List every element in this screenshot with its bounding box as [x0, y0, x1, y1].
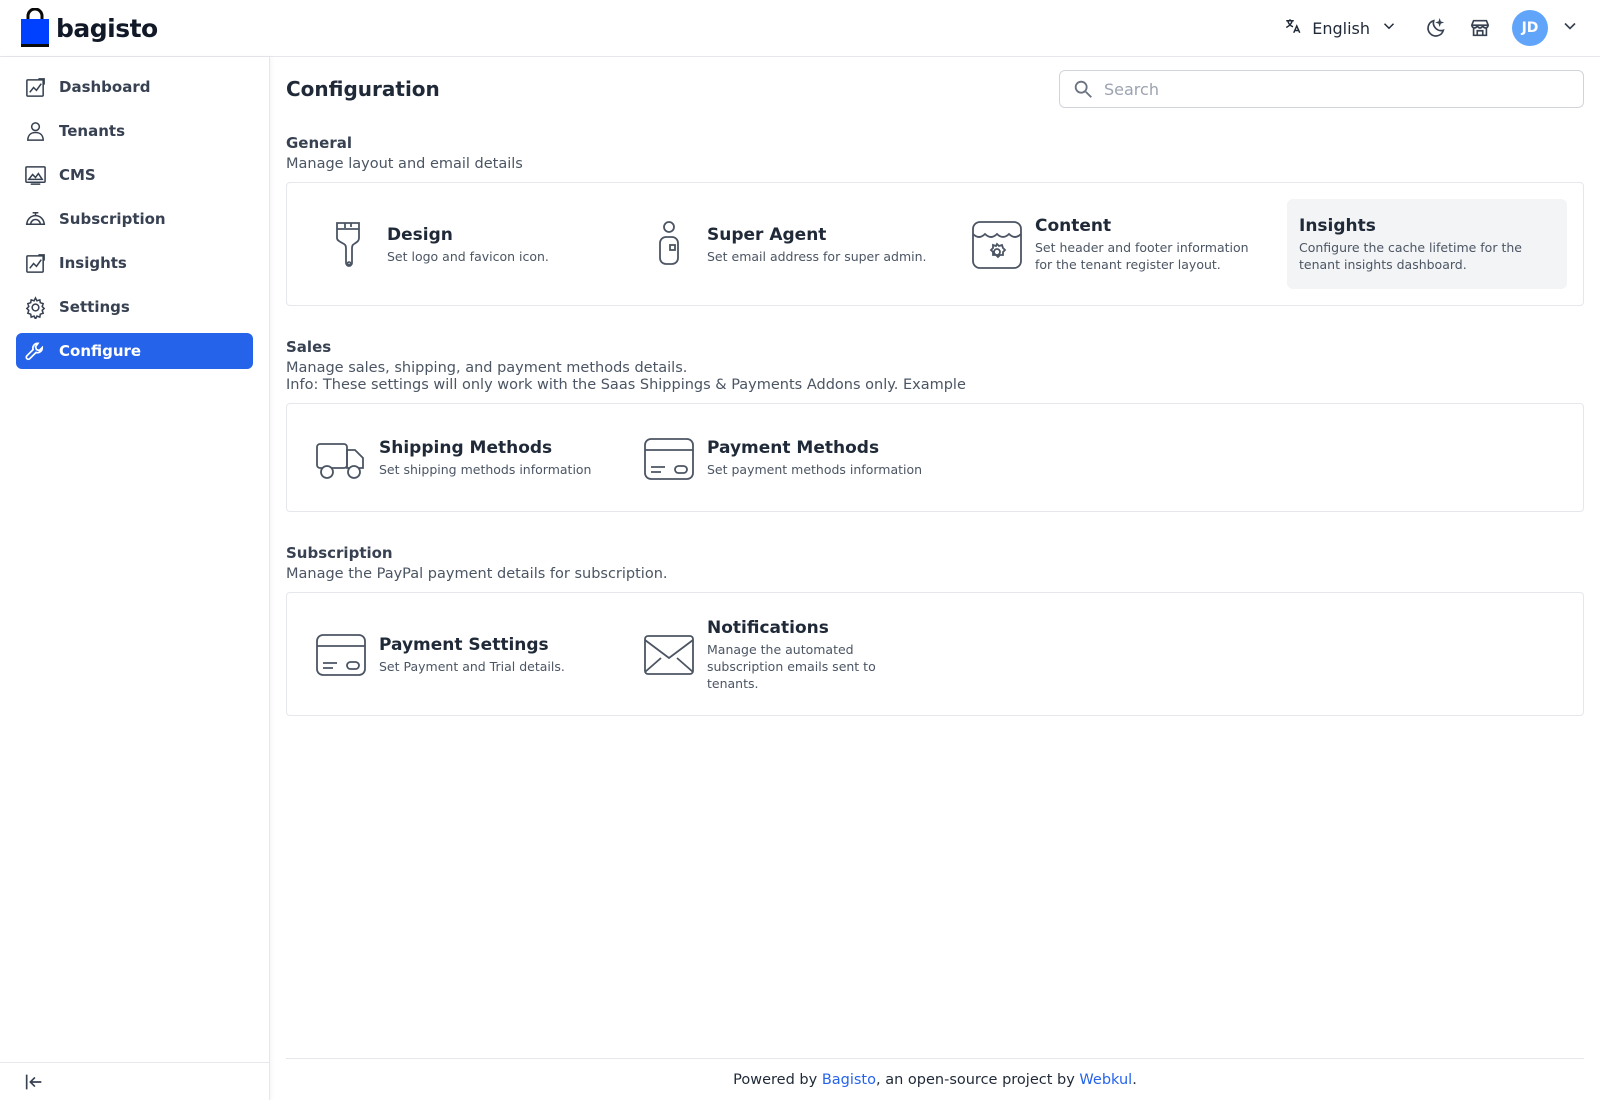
tile-description: Set header and footer information for th… — [1035, 240, 1249, 272]
tile-shipping-methods[interactable]: Shipping Methods Set shipping methods in… — [303, 424, 615, 492]
dark-mode-toggle-icon[interactable] — [1424, 16, 1448, 40]
sidebar-item-label: Settings — [59, 298, 130, 316]
search-icon — [1074, 80, 1092, 98]
translate-icon — [1284, 17, 1302, 39]
tile-title: Shipping Methods — [379, 438, 553, 458]
subscription-tiles: Payment Settings Set Payment and Trial d… — [286, 592, 1584, 716]
sidebar-item-cms[interactable]: CMS — [16, 157, 253, 193]
tile-description: Manage the automated subscription emails… — [707, 641, 876, 691]
tile-description: Set email address for super admin. — [707, 248, 927, 264]
section-description: Manage the PayPal payment details for su… — [286, 566, 668, 582]
bagisto-logo[interactable]: bagisto — [20, 8, 158, 48]
tile-insights[interactable]: Insights Configure the cache lifetime fo… — [1287, 199, 1567, 289]
dashboard-icon — [26, 77, 45, 97]
tile-title: Super Agent — [707, 224, 827, 245]
sidebar-item-tenants[interactable]: Tenants — [16, 113, 253, 149]
sidebar-item-label: CMS — [59, 166, 96, 184]
tile-title: Notifications — [707, 617, 829, 638]
section-title: Sales — [286, 338, 332, 356]
card-icon — [644, 437, 694, 480]
tile-description: Set payment methods information — [707, 462, 923, 477]
webkul-link[interactable]: Webkul — [1079, 1072, 1132, 1088]
general-tiles: Design Set logo and favicon icon. Super … — [286, 182, 1584, 306]
sidebar-item-subscription[interactable]: Subscription — [16, 201, 253, 237]
sidebar-item-label: Insights — [59, 254, 127, 272]
collapse-left-icon — [25, 1074, 42, 1089]
insights-icon — [26, 253, 45, 273]
sidebar-item-label: Configure — [59, 342, 142, 360]
sidebar: Dashboard Tenants CMS Subscription Insig… — [0, 57, 270, 1100]
sidebar-nav: Dashboard Tenants CMS Subscription Insig… — [0, 57, 269, 369]
language-selector[interactable]: English — [1284, 17, 1398, 39]
tile-design[interactable]: Design Set logo and favicon icon. — [303, 210, 615, 278]
footer-middle: , an open-source project by — [876, 1071, 1080, 1088]
search-box[interactable] — [1059, 70, 1584, 108]
page-title: Configuration — [286, 77, 440, 101]
footer-prefix: Powered by — [733, 1071, 822, 1088]
subscription-icon — [25, 211, 46, 225]
section-info: Info: These settings will only work with… — [286, 377, 966, 393]
sales-tiles: Shipping Methods Set shipping methods in… — [286, 403, 1584, 512]
top-header: bagisto English JD — [0, 0, 1600, 57]
tile-description: Set logo and favicon icon. — [387, 248, 549, 264]
language-label: English — [1312, 18, 1370, 38]
sidebar-item-label: Dashboard — [59, 78, 151, 96]
tile-title: Content — [1035, 216, 1112, 236]
bagisto-link[interactable]: Bagisto — [822, 1072, 876, 1088]
tile-notifications[interactable]: Notifications Manage the automated subsc… — [631, 609, 943, 700]
footer-suffix: . — [1132, 1071, 1137, 1088]
tile-payment-methods[interactable]: Payment Methods Set payment methods info… — [631, 424, 943, 492]
tile-description: Set Payment and Trial details. — [379, 658, 565, 674]
section-general: General Manage layout and email details … — [286, 134, 1584, 306]
section-description: Manage layout and email details — [286, 156, 523, 172]
wrench-icon — [25, 341, 44, 360]
page-header: Configuration — [286, 57, 1584, 121]
agent-icon — [659, 221, 679, 265]
sidebar-item-configure[interactable]: Configure — [16, 333, 253, 369]
envelope-icon — [644, 635, 694, 675]
collapse-sidebar-button[interactable] — [0, 1062, 270, 1100]
logo-text: bagisto — [56, 13, 158, 43]
cms-icon — [25, 165, 46, 185]
tile-title: Design — [387, 224, 453, 245]
section-description: Manage sales, shipping, and payment meth… — [286, 360, 688, 376]
shopping-bag-logo-icon — [21, 8, 49, 47]
sidebar-item-dashboard[interactable]: Dashboard — [16, 69, 253, 105]
sidebar-item-settings[interactable]: Settings — [16, 289, 253, 325]
tile-description: Configure the cache lifetime for the ten… — [1299, 240, 1522, 272]
tile-title: Insights — [1299, 216, 1376, 236]
tile-description: Set shipping methods information — [379, 462, 592, 477]
tile-content[interactable]: Content Set header and footer informatio… — [959, 207, 1271, 281]
paintbrush-icon — [336, 222, 360, 267]
avatar[interactable]: JD — [1512, 10, 1548, 46]
storefront-icon[interactable] — [1468, 16, 1492, 40]
chevron-down-icon — [1380, 17, 1398, 39]
user-icon — [27, 121, 44, 141]
main-content: Configuration General Manage layout and … — [286, 57, 1584, 716]
tile-title: Payment Settings — [379, 634, 549, 655]
section-title: General — [286, 134, 352, 152]
gear-icon — [25, 295, 46, 319]
tile-title: Payment Methods — [707, 438, 880, 458]
profile-chevron-down-icon[interactable] — [1560, 16, 1580, 40]
store-settings-icon — [972, 221, 1022, 269]
sidebar-item-label: Tenants — [59, 122, 125, 140]
sidebar-item-insights[interactable]: Insights — [16, 245, 253, 281]
tile-payment-settings[interactable]: Payment Settings Set Payment and Trial d… — [303, 620, 615, 688]
search-input[interactable] — [1104, 79, 1564, 99]
section-sales: Sales Manage sales, shipping, and paymen… — [286, 338, 1584, 512]
section-title: Subscription — [286, 544, 393, 562]
card-icon — [316, 634, 366, 676]
footer: Powered by Bagisto , an open-source proj… — [286, 1058, 1584, 1100]
tile-super-agent[interactable]: Super Agent Set email address for super … — [631, 210, 943, 278]
sidebar-item-label: Subscription — [59, 210, 166, 228]
section-subscription: Subscription Manage the PayPal payment d… — [286, 544, 1584, 716]
truck-icon — [316, 442, 364, 479]
